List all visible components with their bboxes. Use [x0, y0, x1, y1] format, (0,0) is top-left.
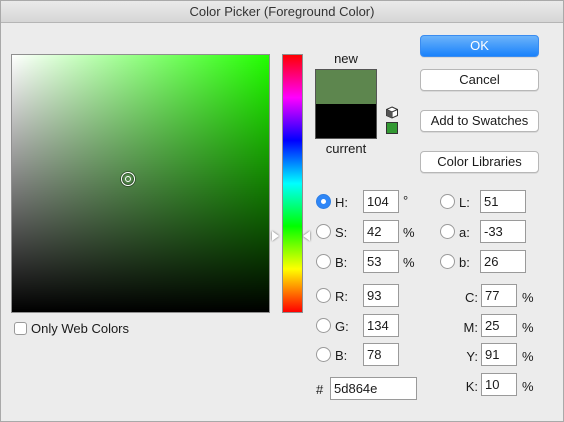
hue-field[interactable]: 104	[363, 190, 399, 213]
radio-red[interactable]	[316, 288, 331, 303]
percent-unit: %	[403, 255, 415, 270]
black-label: K:	[465, 379, 478, 394]
color-field-cursor[interactable]	[121, 172, 135, 186]
saturation-label: S:	[335, 225, 348, 240]
percent-unit: %	[522, 379, 534, 394]
yellow-label: Y:	[466, 349, 478, 364]
lightness-field[interactable]: 51	[480, 190, 526, 213]
hue-slider-left-arrow[interactable]	[272, 231, 279, 241]
a-channel-label: a:	[459, 225, 470, 240]
color-field-cursor-ring	[125, 176, 131, 182]
percent-unit: %	[522, 320, 534, 335]
saturation-field[interactable]: 42	[363, 220, 399, 243]
hex-label: #	[316, 382, 324, 397]
yellow-field[interactable]: 91	[481, 343, 517, 366]
saturation-brightness-field[interactable]	[11, 54, 270, 313]
web-safe-color-swatch[interactable]	[386, 122, 398, 134]
lightness-label: L:	[459, 195, 470, 210]
green-label: G:	[335, 319, 349, 334]
brightness-label: B:	[335, 255, 348, 270]
current-color-swatch[interactable]	[316, 104, 376, 138]
radio-lightness[interactable]	[440, 194, 455, 209]
current-color-label: current	[325, 141, 367, 156]
green-field[interactable]: 134	[363, 314, 399, 337]
a-channel-field[interactable]: -33	[480, 220, 526, 243]
brightness-field[interactable]: 53	[363, 250, 399, 273]
black-field[interactable]: 10	[481, 373, 517, 396]
color-preview	[315, 69, 377, 139]
new-color-swatch	[316, 70, 376, 104]
radio-green[interactable]	[316, 318, 331, 333]
hue-slider[interactable]	[282, 54, 303, 313]
radio-brightness[interactable]	[316, 254, 331, 269]
cyan-field[interactable]: 77	[481, 284, 517, 307]
blue-label: B:	[335, 348, 348, 363]
radio-b-channel[interactable]	[440, 254, 455, 269]
percent-unit: %	[403, 225, 415, 240]
b-channel-field[interactable]: 26	[480, 250, 526, 273]
magenta-label: M:	[463, 320, 478, 335]
hue-slider-right-arrow[interactable]	[303, 231, 310, 241]
percent-unit: %	[522, 290, 534, 305]
only-web-colors-label: Only Web Colors	[31, 321, 130, 336]
radio-hue[interactable]	[316, 194, 331, 209]
radio-a-channel[interactable]	[440, 224, 455, 239]
new-color-label: new	[334, 51, 358, 66]
window-title: Color Picker (Foreground Color)	[0, 0, 564, 23]
red-field[interactable]: 93	[363, 284, 399, 307]
radio-saturation[interactable]	[316, 224, 331, 239]
only-web-colors-checkbox[interactable]	[14, 322, 27, 335]
hex-field[interactable]: 5d864e	[330, 377, 417, 400]
hue-label: H:	[335, 195, 348, 210]
percent-unit: %	[522, 349, 534, 364]
blue-field[interactable]: 78	[363, 343, 399, 366]
magenta-field[interactable]: 25	[481, 314, 517, 337]
add-to-swatches-button[interactable]: Add to Swatches	[420, 110, 539, 132]
degree-unit: °	[403, 193, 409, 208]
color-libraries-button[interactable]: Color Libraries	[420, 151, 539, 173]
cyan-label: C:	[465, 290, 478, 305]
radio-blue[interactable]	[316, 347, 331, 362]
cube-icon[interactable]	[385, 106, 399, 119]
red-label: R:	[335, 289, 348, 304]
ok-button[interactable]: OK	[420, 35, 539, 57]
cancel-button[interactable]: Cancel	[420, 69, 539, 91]
b-channel-label: b:	[459, 255, 470, 270]
